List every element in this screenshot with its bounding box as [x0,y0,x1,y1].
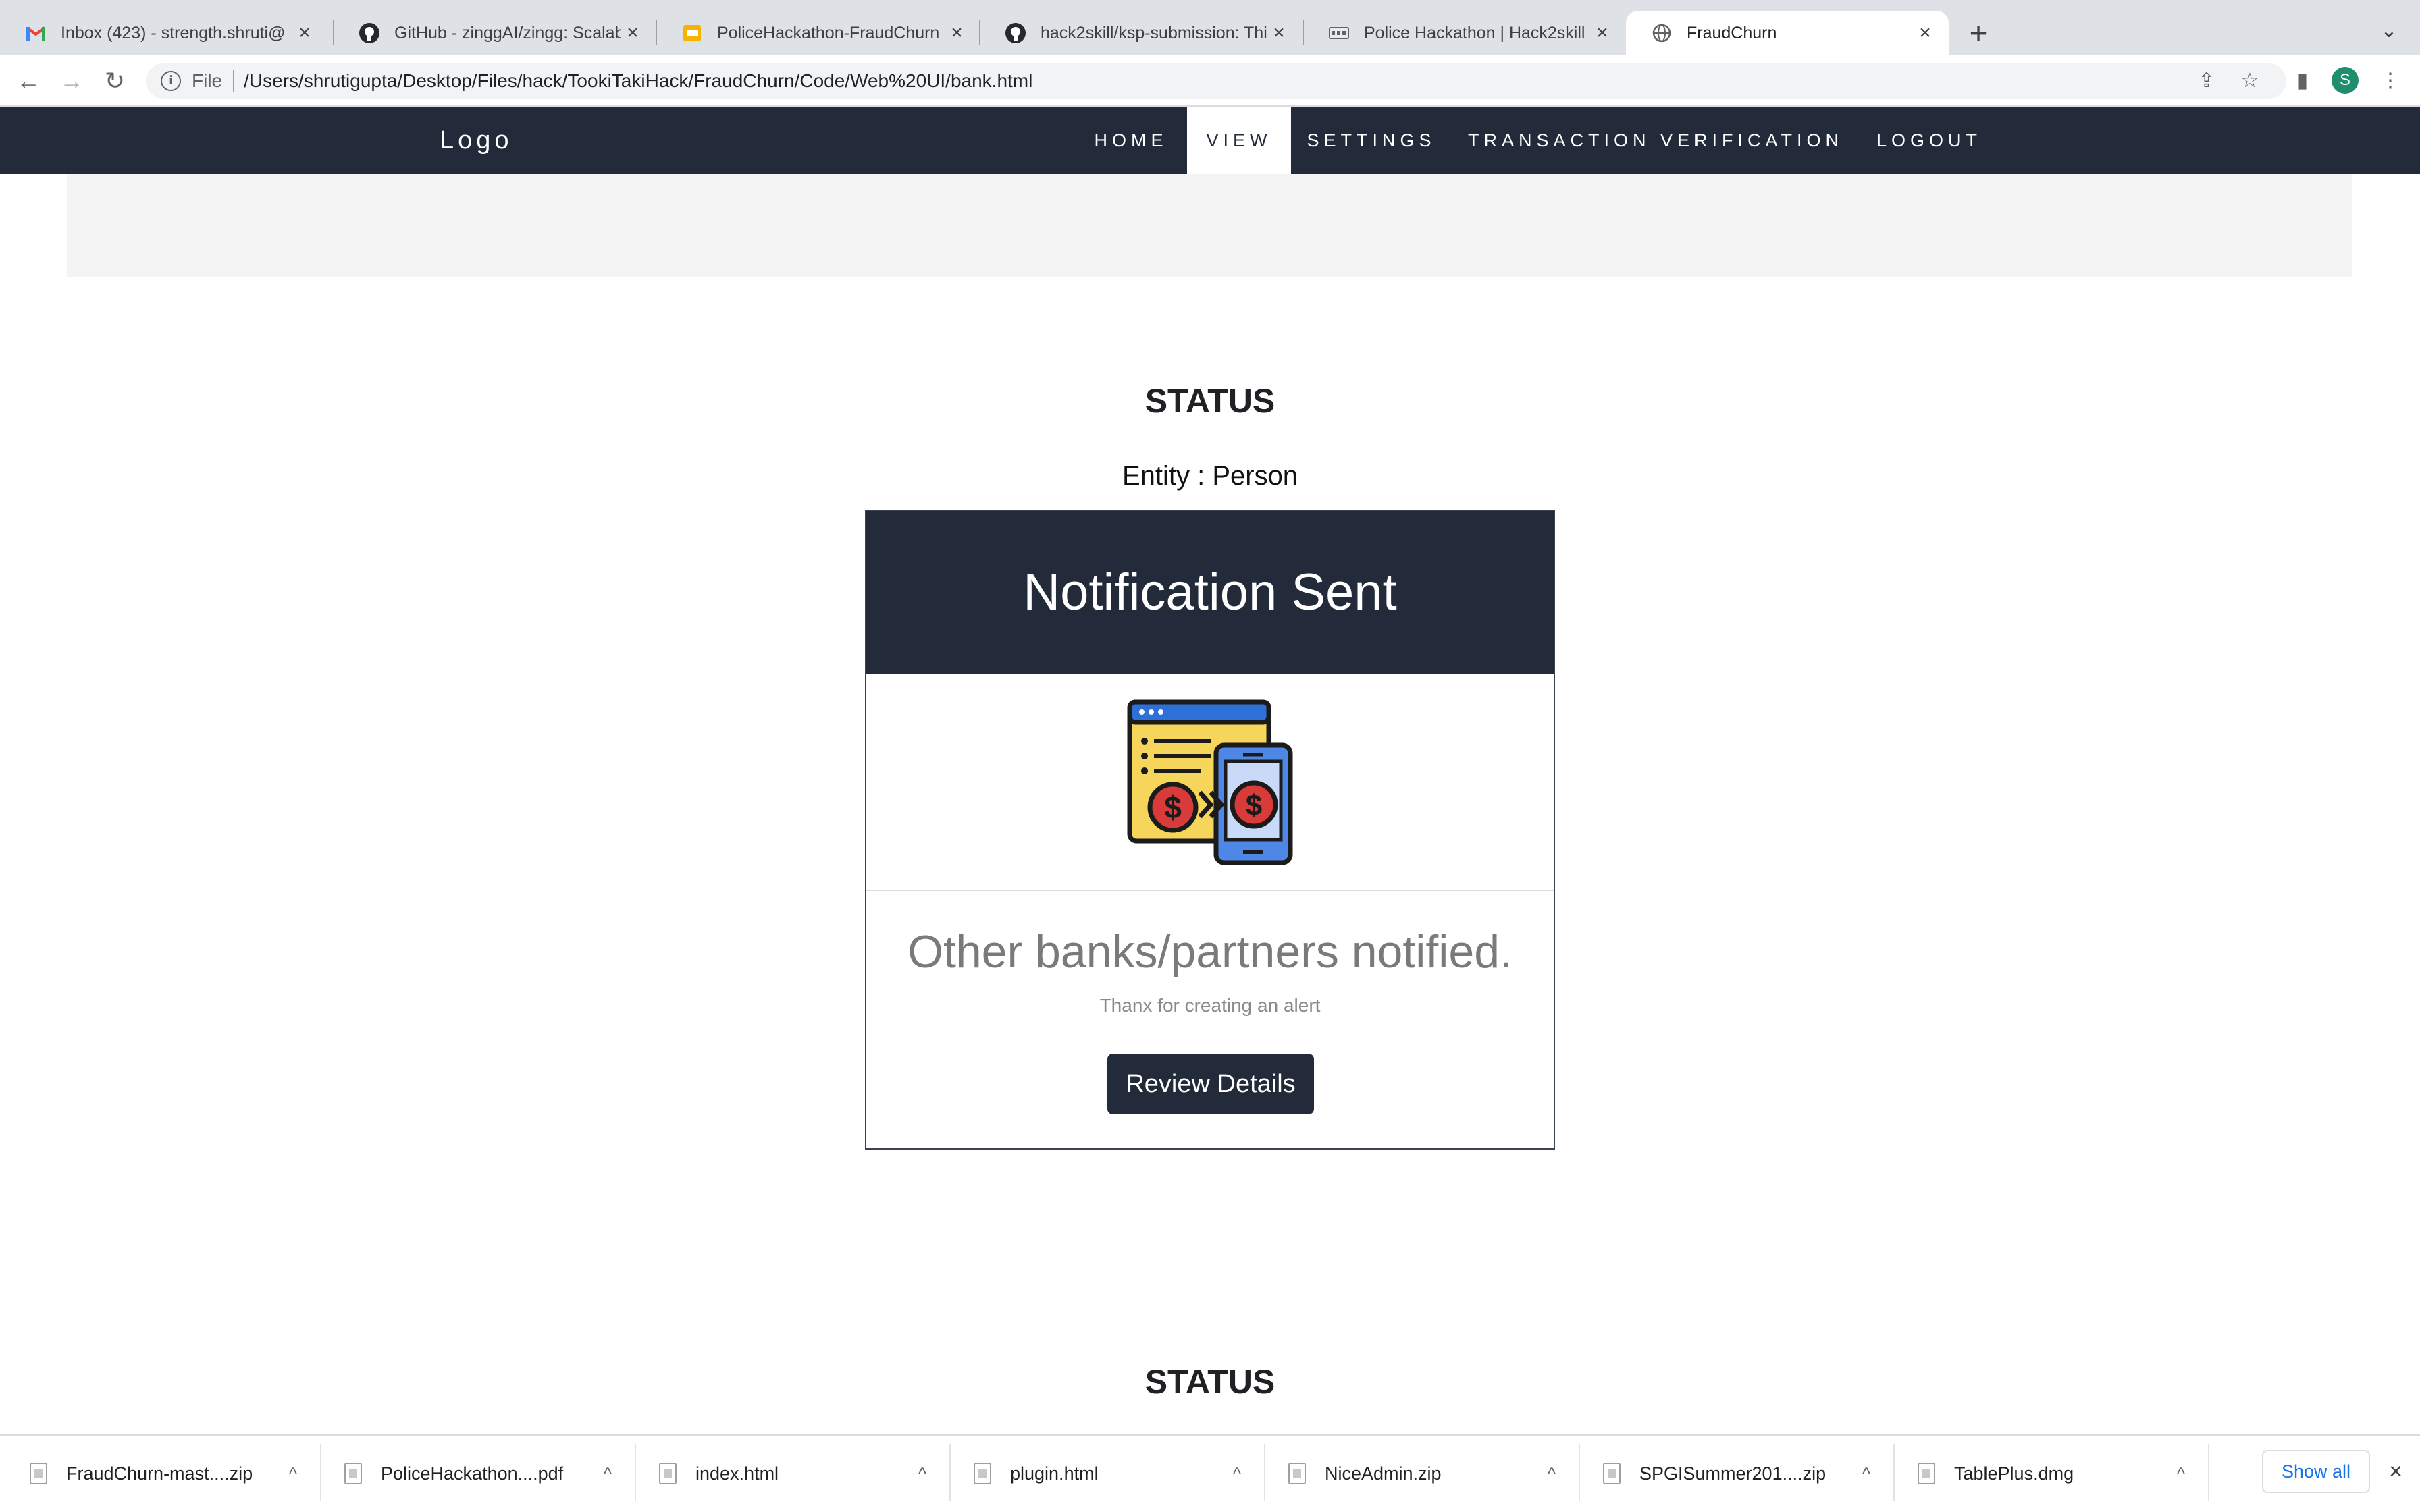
download-divider [2208,1444,2209,1501]
zip-file-icon [30,1463,47,1484]
new-tab-button[interactable]: + [1962,16,1995,50]
notification-card: Notification Sent $ $ Other banks/partne… [865,510,1555,1150]
download-item[interactable]: TablePlus.dmg ^ [1888,1447,2203,1501]
browser-tab-hack2skill[interactable]: Police Hackathon | Hack2skill | × [1303,11,1626,55]
browser-menu-icon[interactable]: ⋮ [2377,68,2404,94]
chevron-up-icon[interactable]: ^ [1853,1463,1880,1484]
review-details-button[interactable]: Review Details [1107,1054,1314,1114]
tab-title: GitHub - zinggAI/zingg: Scalab [394,23,621,43]
download-filename: index.html [695,1463,779,1484]
show-all-downloads-button[interactable]: Show all [2262,1450,2370,1493]
url-divider [233,70,235,92]
card-subtext: Thanx for creating an alert [1099,995,1321,1016]
nav-link-home[interactable]: HOME [1080,107,1182,174]
tab-title: FraudChurn [1687,23,1777,43]
close-tab-icon[interactable]: × [1591,22,1614,45]
zip-file-icon [1603,1463,1621,1484]
svg-text:$: $ [1164,790,1182,825]
card-message: Other banks/partners notified. [908,926,1512,977]
download-item[interactable]: index.html ^ [629,1447,944,1501]
bookmark-star-icon[interactable]: ☆ [2236,68,2263,94]
back-arrow-icon[interactable]: ← [14,66,43,96]
site-info-icon[interactable]: i [161,71,181,91]
github-icon [1004,22,1027,45]
download-filename: NiceAdmin.zip [1325,1463,1442,1484]
browser-tab-github-ksp[interactable]: hack2skill/ksp-submission: Thi × [980,11,1303,55]
zip-file-icon [1288,1463,1306,1484]
top-banner-panel [67,174,2352,277]
hack2skill-icon [1327,22,1350,45]
chevron-up-icon[interactable]: ^ [909,1463,936,1484]
url-text[interactable]: /Users/shrutigupta/Desktop/Files/hack/To… [244,70,1032,92]
globe-icon [1650,22,1673,45]
html-file-icon [974,1463,991,1484]
close-tab-icon[interactable]: × [1914,22,1937,45]
browser-tab-fraudchurn[interactable]: FraudChurn × [1626,11,1949,55]
close-tab-icon[interactable]: × [293,22,316,45]
chevron-up-icon[interactable]: ^ [1224,1463,1251,1484]
close-icon[interactable]: × [2382,1458,2409,1485]
chevron-up-icon[interactable]: ^ [2167,1463,2194,1484]
reload-icon[interactable]: ↻ [100,66,130,96]
close-tab-icon[interactable]: × [1267,22,1290,45]
card-image-panel: $ $ [866,674,1554,891]
download-filename: PoliceHackathon....pdf [381,1463,564,1484]
html-file-icon [659,1463,677,1484]
chevron-up-icon[interactable]: ^ [280,1463,307,1484]
site-navbar: Logo HOME VIEW SETTINGS TRANSACTION VERI… [0,107,2420,174]
share-icon[interactable]: ⇪ [2193,68,2220,94]
gmail-icon [24,22,47,45]
nav-link-view[interactable]: VIEW [1187,107,1291,174]
profile-avatar[interactable]: S [2332,67,2359,94]
download-filename: TablePlus.dmg [1954,1463,2074,1484]
download-item[interactable]: SPGISummer201....zip ^ [1573,1447,1888,1501]
status-heading: STATUS [1145,382,1275,420]
tab-title: PoliceHackathon-FraudChurn - [717,23,945,43]
chevron-up-icon[interactable]: ^ [1538,1463,1565,1484]
download-item[interactable]: NiceAdmin.zip ^ [1259,1447,1573,1501]
card-header-title: Notification Sent [866,511,1554,674]
browser-tab-gmail[interactable]: Inbox (423) - strength.shruti@ × [0,11,328,55]
site-logo[interactable]: Logo [440,107,513,174]
side-panel-icon[interactable]: ▮ [2289,68,2316,94]
download-filename: plugin.html [1010,1463,1099,1484]
browser-toolbar: ← → ↻ i File /Users/shrutigupta/Desktop/… [0,55,2420,107]
browser-tab-strip: Inbox (423) - strength.shruti@ × GitHub … [0,0,2420,55]
tab-search-chevron-icon[interactable]: ⌄ [2375,18,2402,45]
tab-title: Inbox (423) - strength.shruti@ [61,23,286,43]
nav-link-settings[interactable]: SETTINGS [1299,107,1444,174]
nav-link-logout[interactable]: LOGOUT [1870,107,1988,174]
address-bar[interactable]: i File /Users/shrutigupta/Desktop/Files/… [146,63,2286,99]
status-heading-secondary: STATUS [1145,1363,1275,1401]
dmg-file-icon [1918,1463,1935,1484]
pdf-file-icon [344,1463,362,1484]
tab-title: Police Hackathon | Hack2skill | [1364,23,1591,43]
download-item[interactable]: FraudChurn-mast....zip ^ [0,1447,315,1501]
money-transfer-illustration: $ $ [1127,699,1293,865]
url-scheme: File [192,70,223,91]
tab-title: hack2skill/ksp-submission: Thi [1041,23,1267,43]
forward-arrow-icon[interactable]: → [57,66,86,96]
browser-tab-slides[interactable]: PoliceHackathon-FraudChurn - × [656,11,980,55]
close-tab-icon[interactable]: × [621,22,644,45]
svg-text:$: $ [1246,789,1262,822]
browser-tab-github-zingg[interactable]: GitHub - zinggAI/zingg: Scalab × [334,11,656,55]
slides-icon [681,22,704,45]
download-item[interactable]: plugin.html ^ [944,1447,1259,1501]
download-filename: SPGISummer201....zip [1639,1463,1826,1484]
download-item[interactable]: PoliceHackathon....pdf ^ [315,1447,629,1501]
download-filename: FraudChurn-mast....zip [66,1463,253,1484]
chevron-up-icon[interactable]: ^ [594,1463,621,1484]
close-tab-icon[interactable]: × [945,22,968,45]
github-icon [358,22,381,45]
entity-label: Entity : Person [1122,461,1298,491]
nav-link-transaction-verification[interactable]: TRANSACTION VERIFICATION [1463,107,1849,174]
